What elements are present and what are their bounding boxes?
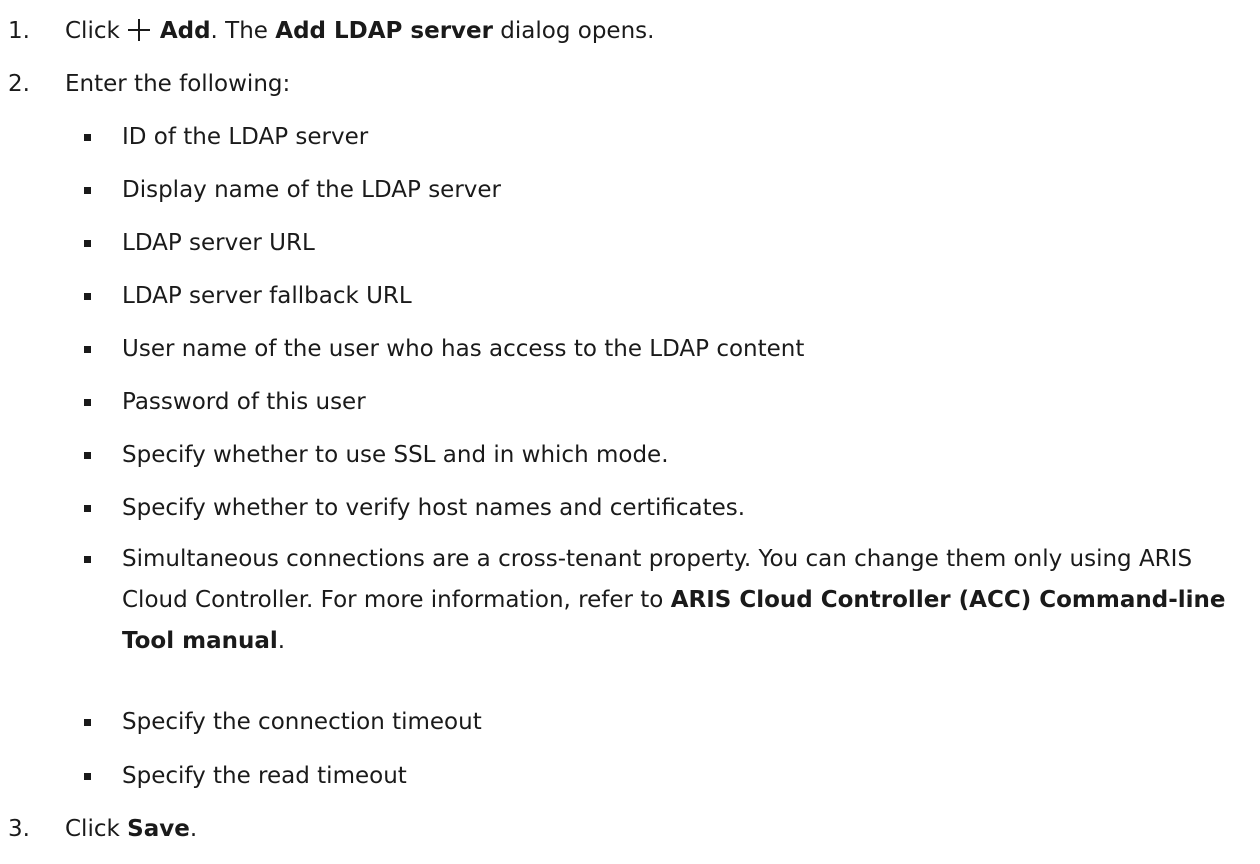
plus-icon <box>127 19 150 41</box>
document-body: 1. Click Add. The Add LDAP server dialog … <box>0 0 1260 864</box>
step-text-end: dialog opens. <box>500 18 655 44</box>
simultaneous-end: . <box>277 628 286 654</box>
list-item-text: Specify the read timeout <box>122 763 407 789</box>
bullet-icon <box>84 346 91 353</box>
step-text: Click Add. The Add LDAP server dialog ope… <box>65 15 654 47</box>
step-text: Enter the following: <box>65 71 291 97</box>
list-item-text: Password of this user <box>122 389 366 415</box>
bullet-icon <box>84 134 91 141</box>
bullet-icon <box>84 240 91 247</box>
bullet-icon <box>84 187 91 194</box>
step-text: Click Save. <box>65 813 197 845</box>
list-item-text: Specify the connection timeout <box>122 709 482 735</box>
list-item-text: LDAP server URL <box>122 230 315 256</box>
add-button-label: Add <box>159 18 211 44</box>
list-item-text: Specify whether to verify host names and… <box>122 495 746 521</box>
bullet-icon <box>84 293 91 300</box>
click-text: Click <box>65 18 120 44</box>
bullet-icon <box>84 719 91 726</box>
bullet-icon <box>84 399 91 406</box>
list-item-text: LDAP server fallback URL <box>122 283 412 309</box>
step-number: 1. <box>8 18 30 44</box>
dialog-name: Add LDAP server <box>275 18 493 44</box>
step-number: 3. <box>8 816 30 842</box>
list-item-text: Display name of the LDAP server <box>122 177 502 203</box>
save-button-label: Save <box>127 816 190 842</box>
list-item-text: Specify whether to use SSL and in which … <box>122 442 669 468</box>
list-item-text: User name of the user who has access to … <box>122 336 805 362</box>
click-text: Click <box>65 816 120 842</box>
list-item-text: Simultaneous connections are a cross-ten… <box>122 539 1252 662</box>
step-number: 2. <box>8 71 30 97</box>
step-text-end: . <box>189 816 198 842</box>
step-text-mid: . The <box>210 18 268 44</box>
bullet-icon <box>84 556 91 563</box>
bullet-icon <box>84 773 91 780</box>
bullet-icon <box>84 505 91 512</box>
bullet-icon <box>84 452 91 459</box>
list-item-text: ID of the LDAP server <box>122 124 369 150</box>
